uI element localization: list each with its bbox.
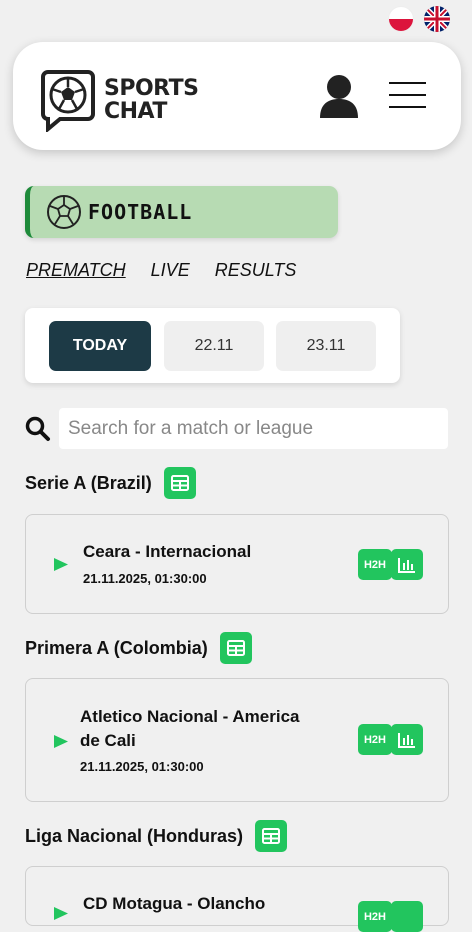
hamburger-menu-icon[interactable] [389,82,426,108]
standings-table-button[interactable] [163,467,196,499]
match-datetime: 21.11.2025, 01:30:00 [80,759,204,774]
brand-line1: SPORTS [104,76,199,101]
table-icon [170,475,189,491]
play-icon [54,907,68,920]
user-icon[interactable] [318,74,360,125]
flag-uk-icon[interactable] [424,6,450,32]
search-row [25,408,448,449]
brand-name: SPORTS CHAT [104,76,199,124]
soccer-ball-icon [47,195,81,229]
language-switcher [388,6,450,32]
mode-tabs: PREMATCH LIVE RESULTS [26,260,296,281]
match-card[interactable]: Atletico Nacional - America de Cali 21.1… [25,678,449,802]
match-datetime: 21.11.2025, 01:30:00 [83,571,207,586]
date-button-2[interactable]: 22.11 [164,321,264,371]
search-icon[interactable] [25,416,51,442]
h2h-button[interactable]: H2H [358,724,392,755]
league-header: Liga Nacional (Honduras) [25,820,288,852]
table-icon [226,640,245,656]
play-icon [54,735,68,748]
date-today-button[interactable]: TODAY [49,321,151,371]
stats-button[interactable] [391,549,423,580]
brand-line2: CHAT [104,99,167,124]
tab-prematch[interactable]: PREMATCH [26,260,126,281]
tab-results[interactable]: RESULTS [215,260,297,281]
bar-chart-icon [398,732,415,748]
search-input[interactable] [59,408,448,449]
sport-label: FOOTBALL [88,200,193,224]
date-selector: TODAY 22.11 23.11 [25,308,400,383]
brand-logo[interactable]: SPORTS CHAT [40,68,199,132]
tab-live[interactable]: LIVE [151,260,190,281]
play-icon [54,558,68,571]
stats-button[interactable] [391,901,423,932]
date-button-3[interactable]: 23.11 [276,321,376,371]
match-title-line1: Atletico Nacional - America [80,707,300,726]
match-title: Ceara - Internacional [83,542,252,561]
h2h-button[interactable]: H2H [358,901,392,932]
bar-chart-icon [398,557,415,573]
sport-badge[interactable]: FOOTBALL [25,186,338,238]
league-name: Liga Nacional (Honduras) [25,825,244,846]
standings-table-button[interactable] [255,820,288,852]
league-name: Primera A (Colombia) [25,637,208,658]
league-header: Serie A (Brazil) [25,467,196,499]
match-title: CD Motagua - Olancho [83,894,266,913]
match-card[interactable]: CD Motagua - Olancho H2H [25,866,449,932]
h2h-button[interactable]: H2H [358,549,392,580]
header-bar: SPORTS CHAT [13,42,461,150]
standings-table-button[interactable] [219,632,252,664]
match-title-line2: de Cali [80,731,136,750]
table-icon [262,828,281,844]
league-name: Serie A (Brazil) [25,472,152,493]
stats-button[interactable] [391,724,423,755]
flag-pl-icon[interactable] [388,6,414,32]
match-card[interactable]: Ceara - Internacional 21.11.2025, 01:30:… [25,514,449,614]
league-header: Primera A (Colombia) [25,632,252,664]
chat-ball-logo-icon [41,70,95,132]
